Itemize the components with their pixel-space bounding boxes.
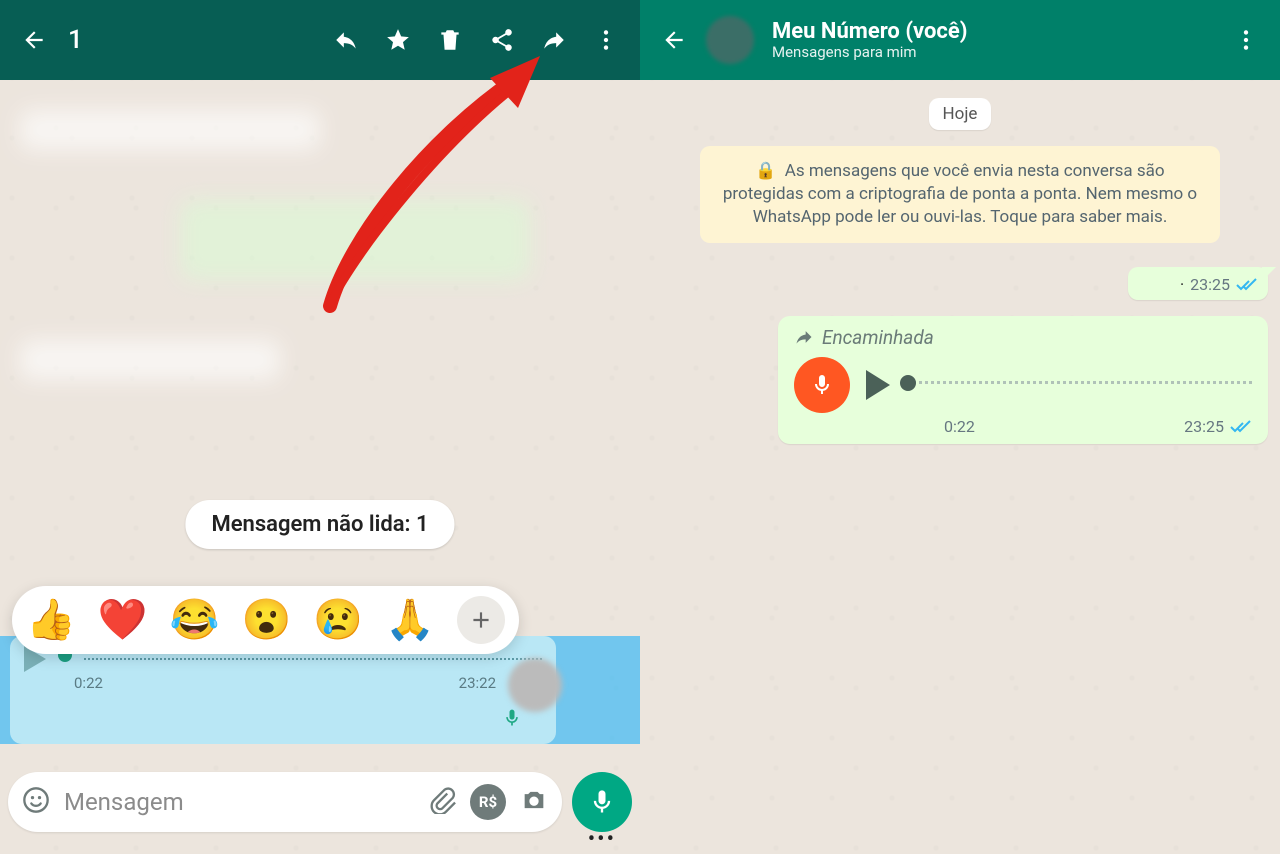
payments-icon[interactable]: R$ — [470, 784, 506, 820]
left-screenshot: 1 Mensagem não lida: 1 — [0, 0, 640, 854]
message-placeholder: Mensagem — [64, 788, 414, 816]
voice-track[interactable] — [906, 381, 1252, 389]
voice-duration: 0:22 — [74, 674, 103, 692]
message-time: 23:25 — [1190, 275, 1230, 294]
chat-header[interactable]: Meu Número (você) Mensagens para mim — [640, 0, 1280, 80]
reaction-sad[interactable]: 😢 — [313, 600, 363, 640]
back-button[interactable] — [652, 18, 696, 62]
play-button[interactable] — [866, 370, 890, 400]
contact-avatar[interactable] — [706, 16, 754, 64]
attachment-icon[interactable] — [428, 786, 456, 818]
right-screenshot: Meu Número (você) Mensagens para mim Hoj… — [640, 0, 1280, 854]
reaction-wow[interactable]: 😮 — [241, 600, 291, 640]
sender-avatar — [508, 658, 562, 712]
record-voice-button[interactable] — [572, 772, 632, 832]
reaction-heart[interactable]: ❤️ — [98, 600, 148, 640]
mic-indicator-icon — [502, 708, 522, 732]
unread-messages-pill: Mensagem não lida: 1 — [185, 500, 454, 549]
lock-icon: 🔒 — [755, 161, 776, 181]
camera-icon[interactable] — [520, 786, 548, 818]
reaction-pray[interactable]: 🙏 — [385, 600, 435, 640]
voice-timestamp: 23:22 — [459, 674, 496, 692]
selection-action-bar: 1 — [0, 0, 640, 80]
selected-count: 1 — [68, 25, 83, 55]
forwarded-voice-message[interactable]: Encaminhada 0:22 23:25 — [778, 316, 1268, 444]
more-menu-button[interactable] — [584, 18, 628, 62]
outgoing-message-small[interactable]: · 23:25 — [1128, 267, 1268, 300]
blurred-chat-history — [0, 80, 640, 480]
contact-name: Meu Número (você) — [772, 19, 967, 44]
voice-mic-badge — [794, 357, 850, 413]
message-composer: Mensagem R$ — [8, 772, 632, 832]
chat-area[interactable]: Hoje 🔒 As mensagens que você envia nesta… — [640, 80, 1280, 854]
reply-button[interactable] — [324, 18, 368, 62]
reaction-laugh[interactable]: 😂 — [170, 600, 220, 640]
forwarded-label: Encaminhada — [794, 326, 1252, 349]
voice-timestamp: 23:25 — [1184, 417, 1224, 436]
forward-button[interactable] — [532, 18, 576, 62]
reaction-picker[interactable]: 👍 ❤️ 😂 😮 😢 🙏 — [12, 586, 519, 654]
waveform-track[interactable] — [84, 658, 542, 664]
delete-button[interactable] — [428, 18, 472, 62]
reaction-thumbs-up[interactable]: 👍 — [26, 600, 76, 640]
voice-duration: 0:22 — [944, 417, 975, 436]
contact-subtitle: Mensagens para mim — [772, 44, 967, 61]
reaction-more-button[interactable] — [457, 596, 505, 644]
share-button[interactable] — [480, 18, 524, 62]
message-dot: · — [1180, 275, 1184, 294]
contact-title-block[interactable]: Meu Número (você) Mensagens para mim — [772, 19, 967, 62]
message-input[interactable]: Mensagem R$ — [8, 772, 562, 832]
emoji-picker-icon[interactable] — [22, 786, 50, 818]
date-chip: Hoje — [929, 98, 992, 130]
playhead-knob[interactable] — [900, 375, 916, 391]
star-button[interactable] — [376, 18, 420, 62]
read-ticks-icon — [1236, 277, 1258, 291]
more-menu-button[interactable] — [1224, 18, 1268, 62]
read-ticks-icon — [1230, 419, 1252, 433]
back-button[interactable] — [12, 18, 56, 62]
encryption-notice[interactable]: 🔒 As mensagens que você envia nesta conv… — [700, 146, 1220, 243]
encryption-text: As mensagens que você envia nesta conver… — [723, 161, 1197, 227]
